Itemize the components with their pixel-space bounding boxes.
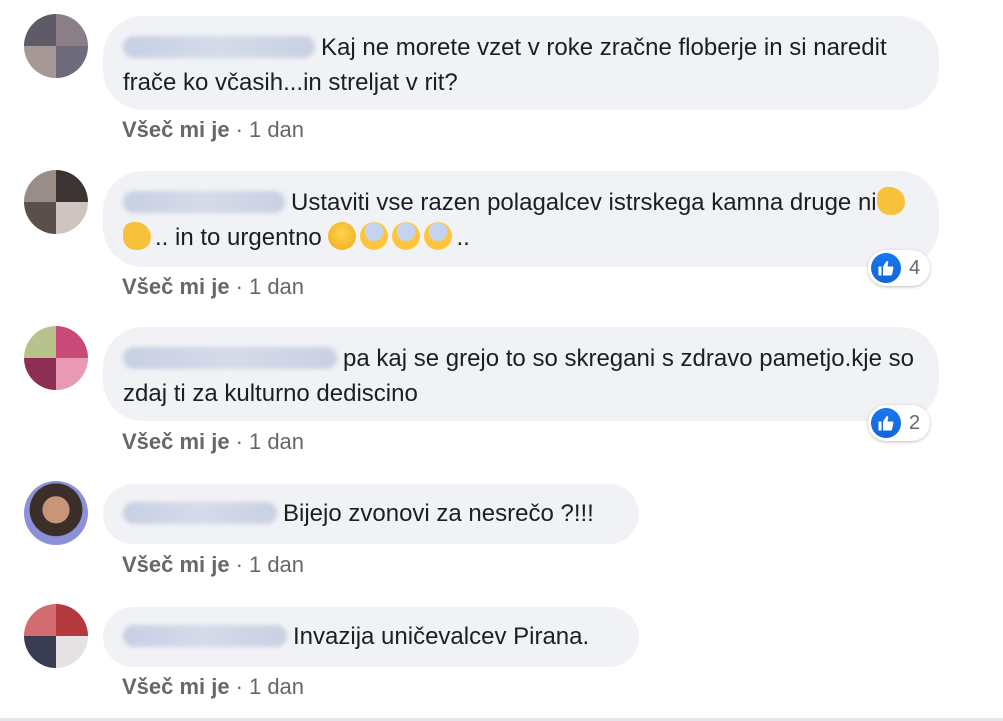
comment-text: Ustaviti vse razen polagalcev istrskega … [291,189,877,216]
timestamp[interactable]: 1 dan [249,674,304,699]
like-link[interactable]: Všeč mi je [122,429,230,454]
comment-meta: Všeč mi je · 1 dan [122,429,304,455]
comment-text-continued: .. in to urgentno [155,224,322,251]
comment-bubble: Ustaviti vse razen polagalcev istrskega … [103,171,939,267]
comment-bubble: Kaj ne morete vzet v roke zračne floberj… [103,16,939,110]
comment-text: Invazija uničevalcev Pirana. [293,623,590,650]
comment-bubble: pa kaj se grejo to so skregani s zdravo … [103,327,939,421]
avatar[interactable] [24,14,88,78]
comment-text-end: .. [456,224,470,251]
thumbs-up-icon [871,408,901,438]
reaction-summary[interactable]: 2 [868,405,931,441]
avatar[interactable] [24,481,88,545]
reaction-summary[interactable]: 4 [868,250,931,286]
comment-meta: Všeč mi je · 1 dan [122,552,304,578]
avatar[interactable] [24,604,88,668]
avatar[interactable] [24,326,88,390]
flexed-biceps-icon [876,187,905,215]
author-name[interactable] [123,502,277,524]
screaming-face-icon [424,222,453,250]
flexed-biceps-icon [123,222,151,250]
comment-bubble: Bijejo zvonovi za nesrečo ?!!! [103,484,639,544]
like-link[interactable]: Všeč mi je [122,117,230,142]
author-name[interactable] [123,191,285,213]
comment-text: Bijejo zvonovi za nesrečo ?!!! [283,500,594,527]
thumbs-up-icon [871,253,901,283]
comment-meta: Všeč mi je · 1 dan [122,117,304,143]
comment-meta: Všeč mi je · 1 dan [122,274,304,300]
separator: · [235,674,243,699]
reaction-count: 4 [909,256,921,279]
avatar[interactable] [24,170,88,234]
timestamp[interactable]: 1 dan [249,117,304,142]
separator: · [235,429,243,454]
screaming-face-icon [360,222,389,250]
like-link[interactable]: Všeč mi je [122,674,230,699]
author-name[interactable] [123,36,315,58]
author-name[interactable] [123,625,287,647]
separator: · [235,552,243,577]
author-name[interactable] [123,347,337,369]
comment-meta: Všeč mi je · 1 dan [122,674,304,700]
separator: · [235,274,243,299]
comment-bubble: Invazija uničevalcev Pirana. [103,607,639,667]
like-link[interactable]: Všeč mi je [122,552,230,577]
reaction-count: 2 [909,411,921,434]
eye-roll-emoji-icon [328,222,357,250]
like-link[interactable]: Všeč mi je [122,274,230,299]
timestamp[interactable]: 1 dan [249,552,304,577]
separator: · [235,117,243,142]
timestamp[interactable]: 1 dan [249,429,304,454]
screaming-face-icon [392,222,421,250]
timestamp[interactable]: 1 dan [249,274,304,299]
